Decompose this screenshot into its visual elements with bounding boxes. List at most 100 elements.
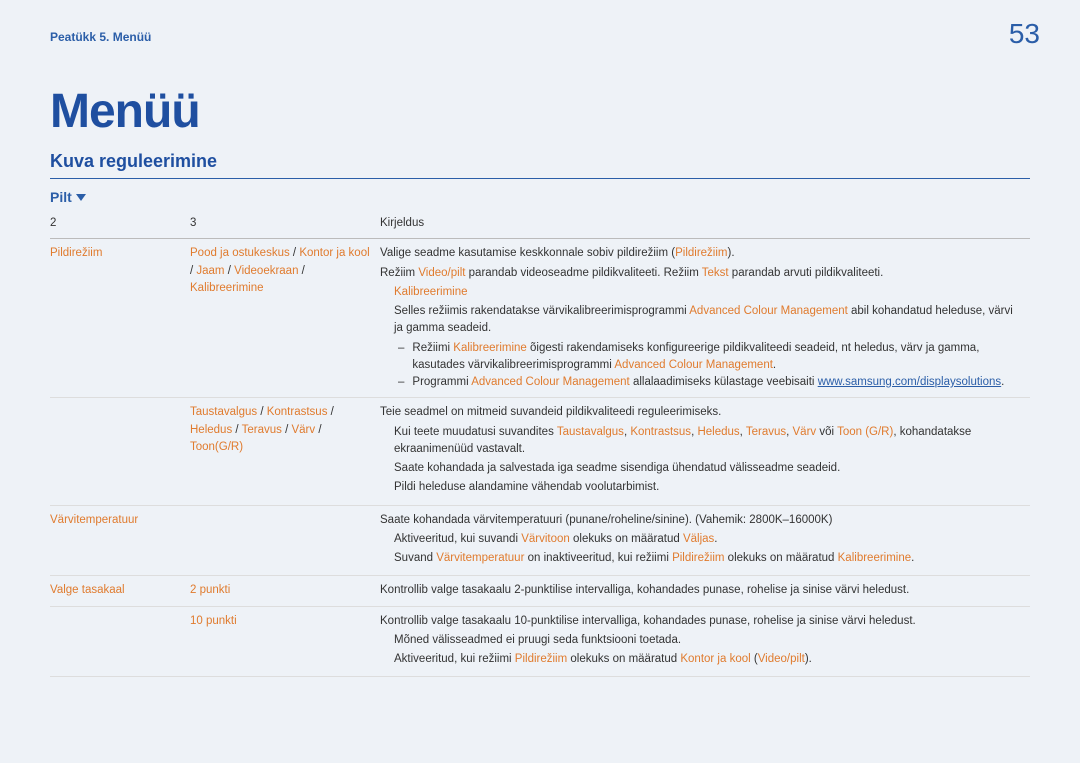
txt: Kalibreerimine bbox=[838, 552, 912, 564]
txt: Pildi heleduse alandamine vähendab voolu… bbox=[380, 479, 1024, 496]
txt: Värvitemperatuur bbox=[436, 552, 524, 564]
table-row: Pildirežiim Pood ja ostukeskus / Kontor … bbox=[50, 239, 1030, 398]
sep: / bbox=[315, 424, 321, 436]
opt: Kontrastsus bbox=[267, 406, 328, 418]
txt: Aktiveeritud, kui suvandi bbox=[394, 533, 521, 545]
txt: . bbox=[1001, 376, 1004, 388]
opt: Jaam bbox=[196, 265, 224, 277]
txt: Värvitoon bbox=[521, 533, 570, 545]
opt: Pood ja ostukeskus bbox=[190, 247, 290, 259]
opt: Heledus bbox=[190, 424, 232, 436]
opt: Taustavalgus bbox=[190, 406, 257, 418]
page-number: 53 bbox=[1009, 18, 1040, 50]
opt: Kontor ja kool bbox=[299, 247, 369, 259]
txt: Pildirežiim bbox=[672, 552, 724, 564]
url-link[interactable]: www.samsung.com/displaysolutions bbox=[818, 376, 1001, 388]
setting-description: Teie seadmel on mitmeid suvandeid pildik… bbox=[380, 398, 1030, 505]
txt: Aktiveeritud, kui režiimi bbox=[394, 653, 515, 665]
sep: / bbox=[298, 265, 304, 277]
setting-name: Valge tasakaal bbox=[50, 576, 190, 606]
settings-table: 2 3 Kirjeldus Pildirežiim Pood ja ostuke… bbox=[50, 211, 1030, 677]
th-col1: 2 bbox=[50, 211, 190, 239]
setting-name: Värvitemperatuur bbox=[50, 505, 190, 576]
opt: Värv bbox=[291, 424, 315, 436]
txt: olekuks on määratud bbox=[570, 533, 683, 545]
th-col3: Kirjeldus bbox=[380, 211, 1030, 239]
txt: Kontor ja kool bbox=[680, 653, 750, 665]
divider bbox=[50, 178, 1030, 179]
txt: Mõned välisseadmed ei pruugi seda funkts… bbox=[380, 632, 1024, 649]
table-row: 10 punkti Kontrollib valge tasakaalu 10-… bbox=[50, 606, 1030, 677]
page-subtitle: Kuva reguleerimine bbox=[50, 151, 1030, 172]
txt: Teie seadmel on mitmeid suvandeid pildik… bbox=[380, 404, 1024, 421]
txt: allalaadimiseks külastage veebisaiti bbox=[630, 376, 818, 388]
txt: . bbox=[714, 533, 717, 545]
sep: / bbox=[290, 247, 300, 259]
txt: Selles režiimis rakendatakse värvikalibr… bbox=[394, 305, 689, 317]
sep: / bbox=[225, 265, 235, 277]
setting-options: 10 punkti bbox=[190, 606, 380, 677]
th-col2: 3 bbox=[190, 211, 380, 239]
setting-description: Valige seadme kasutamise keskkonnale sob… bbox=[380, 239, 1030, 398]
chevron-down-icon bbox=[76, 194, 86, 201]
txt: Taustavalgus bbox=[557, 426, 624, 438]
chapter-label: Peatükk 5. Menüü bbox=[50, 30, 151, 44]
txt: olekuks on määratud bbox=[724, 552, 837, 564]
sep: / bbox=[327, 406, 333, 418]
txt: ). bbox=[805, 653, 812, 665]
setting-description: Kontrollib valge tasakaalu 10-punktilise… bbox=[380, 606, 1030, 677]
txt: ( bbox=[751, 653, 758, 665]
opt: Kalibreerimine bbox=[190, 282, 264, 294]
txt: ). bbox=[728, 247, 735, 259]
txt: Kontrollib valge tasakaalu 10-punktilise… bbox=[380, 613, 1024, 630]
setting-description: Kontrollib valge tasakaalu 2-punktilise … bbox=[380, 576, 1030, 606]
page-title: Menüü bbox=[50, 84, 1030, 139]
txt: Video/pilt bbox=[418, 267, 465, 279]
txt: Valige seadme kasutamise keskkonnale sob… bbox=[380, 247, 675, 259]
opt: Toon(G/R) bbox=[190, 441, 243, 453]
txt: Video/pilt bbox=[758, 653, 805, 665]
dash-icon: – bbox=[398, 374, 404, 391]
txt: on inaktiveeritud, kui režiimi bbox=[524, 552, 672, 564]
section-tab-label: Pilt bbox=[50, 189, 72, 205]
txt: . bbox=[911, 552, 914, 564]
txt: Pildirežiim bbox=[515, 653, 567, 665]
setting-options: Taustavalgus / Kontrastsus / Heledus / T… bbox=[190, 398, 380, 505]
setting-description: Saate kohandada värvitemperatuuri (punan… bbox=[380, 505, 1030, 576]
txt: Teravus bbox=[746, 426, 786, 438]
txt: Heledus bbox=[697, 426, 739, 438]
txt: Saate kohandada värvitemperatuuri (punan… bbox=[380, 512, 1024, 529]
setting-options: Pood ja ostukeskus / Kontor ja kool / Ja… bbox=[190, 239, 380, 398]
txt: Kalibreerimine bbox=[380, 284, 1024, 301]
txt: Režiim bbox=[380, 267, 418, 279]
txt: olekuks on määratud bbox=[567, 653, 680, 665]
setting-options: 2 punkti bbox=[190, 576, 380, 606]
table-row: Taustavalgus / Kontrastsus / Heledus / T… bbox=[50, 398, 1030, 505]
txt: parandab videoseadme pildikvaliteeti. Re… bbox=[465, 267, 701, 279]
txt: Advanced Colour Management bbox=[689, 305, 848, 317]
txt: Kui teete muudatusi suvandites bbox=[394, 426, 557, 438]
txt: Režiimi bbox=[412, 342, 453, 354]
txt: Tekst bbox=[702, 267, 729, 279]
txt: Advanced Colour Management bbox=[614, 359, 773, 371]
opt: Videoekraan bbox=[234, 265, 298, 277]
dash-icon: – bbox=[398, 340, 404, 375]
txt: Saate kohandada ja salvestada iga seadme… bbox=[380, 460, 1024, 477]
txt: Pildirežiim bbox=[675, 247, 727, 259]
txt: Kontrastsus bbox=[630, 426, 691, 438]
table-row: Värvitemperatuur Saate kohandada värvite… bbox=[50, 505, 1030, 576]
txt: . bbox=[773, 359, 776, 371]
setting-name: Pildirežiim bbox=[50, 239, 190, 398]
section-tab: Pilt bbox=[50, 189, 1030, 205]
txt: parandab arvuti pildikvaliteeti. bbox=[729, 267, 884, 279]
txt: Värv bbox=[793, 426, 817, 438]
txt: Suvand bbox=[394, 552, 436, 564]
opt: Teravus bbox=[242, 424, 282, 436]
txt: Kalibreerimine bbox=[453, 342, 527, 354]
sep: / bbox=[257, 406, 267, 418]
txt: Advanced Colour Management bbox=[471, 376, 630, 388]
txt: või bbox=[816, 426, 837, 438]
sep: / bbox=[232, 424, 241, 436]
table-row: Valge tasakaal 2 punkti Kontrollib valge… bbox=[50, 576, 1030, 606]
txt: Toon (G/R) bbox=[837, 426, 893, 438]
